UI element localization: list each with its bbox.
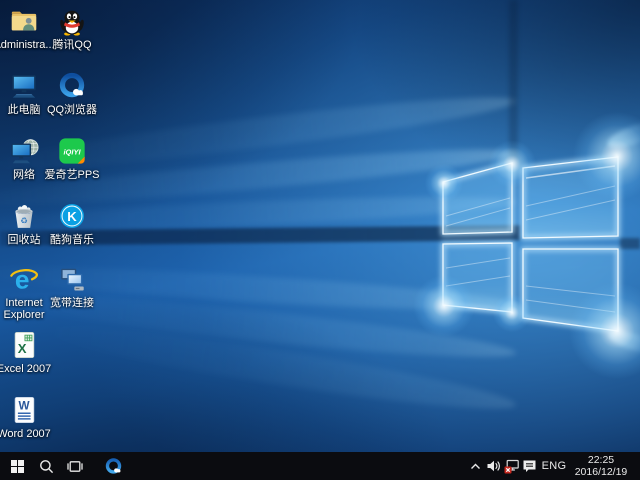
recycle-bin-icon: ♻ bbox=[9, 201, 39, 231]
taskbar-left-buttons bbox=[0, 452, 128, 480]
desktop-icon-label: Word 2007 bbox=[0, 428, 51, 440]
internet-explorer-icon: e bbox=[9, 264, 39, 294]
desktop-icon-qq-browser[interactable]: QQ浏览器 bbox=[42, 71, 102, 116]
search-icon bbox=[39, 459, 54, 474]
iqiyi-icon: iQIYI bbox=[57, 136, 87, 166]
qq-browser-icon bbox=[57, 71, 87, 101]
svg-text:♻: ♻ bbox=[20, 216, 28, 226]
tray-show-hidden-icons[interactable] bbox=[467, 452, 484, 480]
lens-flare bbox=[567, 281, 640, 381]
clock-time: 22:25 bbox=[570, 454, 632, 466]
language-indicator[interactable]: ENG bbox=[539, 460, 569, 472]
taskbar: ENG 22:25 2016/12/19 bbox=[0, 452, 640, 480]
svg-text:e: e bbox=[15, 264, 30, 294]
light-beam bbox=[19, 310, 518, 422]
desktop-icon-label: 酷狗音乐 bbox=[50, 234, 94, 246]
action-center-icon bbox=[522, 459, 537, 473]
kugou-icon: K bbox=[57, 201, 87, 231]
clock-date: 2016/12/19 bbox=[570, 466, 632, 478]
desktop-icon-label: 网络 bbox=[13, 169, 35, 181]
desktop-icon-excel-2007[interactable]: X Excel 2007 bbox=[0, 330, 54, 375]
task-view-icon bbox=[67, 460, 83, 473]
lens-flare bbox=[571, 110, 640, 202]
windows-start-icon bbox=[11, 460, 24, 473]
lens-flare bbox=[424, 163, 464, 203]
lens-flare bbox=[412, 274, 476, 338]
svg-text:W: W bbox=[18, 400, 30, 413]
desktop-icon-label: 宽带连接 bbox=[50, 297, 94, 309]
tray-volume[interactable] bbox=[485, 452, 502, 480]
user-folder-icon bbox=[9, 6, 39, 36]
desktop-icon-label: 腾讯QQ bbox=[52, 39, 91, 51]
desktop-icon-label: 此电脑 bbox=[8, 104, 41, 116]
dark-ray bbox=[509, 0, 518, 166]
svg-text:iQIYI: iQIYI bbox=[63, 147, 81, 156]
network-icon bbox=[9, 136, 39, 166]
taskbar-clock[interactable]: 22:25 2016/12/19 bbox=[570, 454, 632, 478]
desktop-icon-label: Excel 2007 bbox=[0, 363, 51, 375]
taskbar-qq-browser-button[interactable] bbox=[98, 452, 128, 480]
word-icon: W bbox=[9, 395, 39, 425]
system-tray: ENG 22:25 2016/12/19 bbox=[467, 452, 640, 480]
desktop-icon-broadband-connection[interactable]: 宽带连接 bbox=[42, 264, 102, 309]
search-button[interactable] bbox=[33, 452, 59, 480]
light-beam bbox=[607, 327, 640, 357]
desktop-icon-label: 爱奇艺PPS bbox=[44, 169, 99, 181]
svg-text:X: X bbox=[18, 341, 27, 356]
tray-action-center[interactable] bbox=[521, 452, 538, 480]
desktop-icon-kugou-music[interactable]: K 酷狗音乐 bbox=[42, 201, 102, 246]
dark-ray bbox=[620, 238, 640, 249]
start-button[interactable] bbox=[4, 452, 30, 480]
lens-flare bbox=[492, 293, 532, 333]
windows-desktop: Administra... 此电脑 bbox=[0, 0, 640, 480]
desktop-icon-word-2007[interactable]: W Word 2007 bbox=[0, 395, 54, 440]
this-pc-icon bbox=[9, 71, 39, 101]
desktop-icon-tencent-qq[interactable]: 腾讯QQ bbox=[42, 6, 102, 51]
lens-flare bbox=[487, 139, 537, 189]
network-disconnected-icon bbox=[504, 459, 520, 474]
qq-browser-icon bbox=[104, 457, 123, 476]
light-beam bbox=[605, 117, 640, 153]
desktop-icon-iqiyi-pps[interactable]: iQIYI 爱奇艺PPS bbox=[42, 136, 102, 181]
task-view-button[interactable] bbox=[62, 452, 88, 480]
tray-network-disconnected[interactable] bbox=[503, 452, 520, 480]
qq-penguin-icon bbox=[57, 6, 87, 36]
excel-icon: X bbox=[9, 330, 39, 360]
svg-text:K: K bbox=[67, 209, 77, 224]
desktop-icon-label: 回收站 bbox=[8, 234, 41, 246]
desktop-icon-label: QQ浏览器 bbox=[47, 104, 97, 116]
volume-icon bbox=[486, 459, 501, 473]
chevron-up-icon bbox=[470, 462, 481, 471]
broadband-icon bbox=[57, 264, 87, 294]
